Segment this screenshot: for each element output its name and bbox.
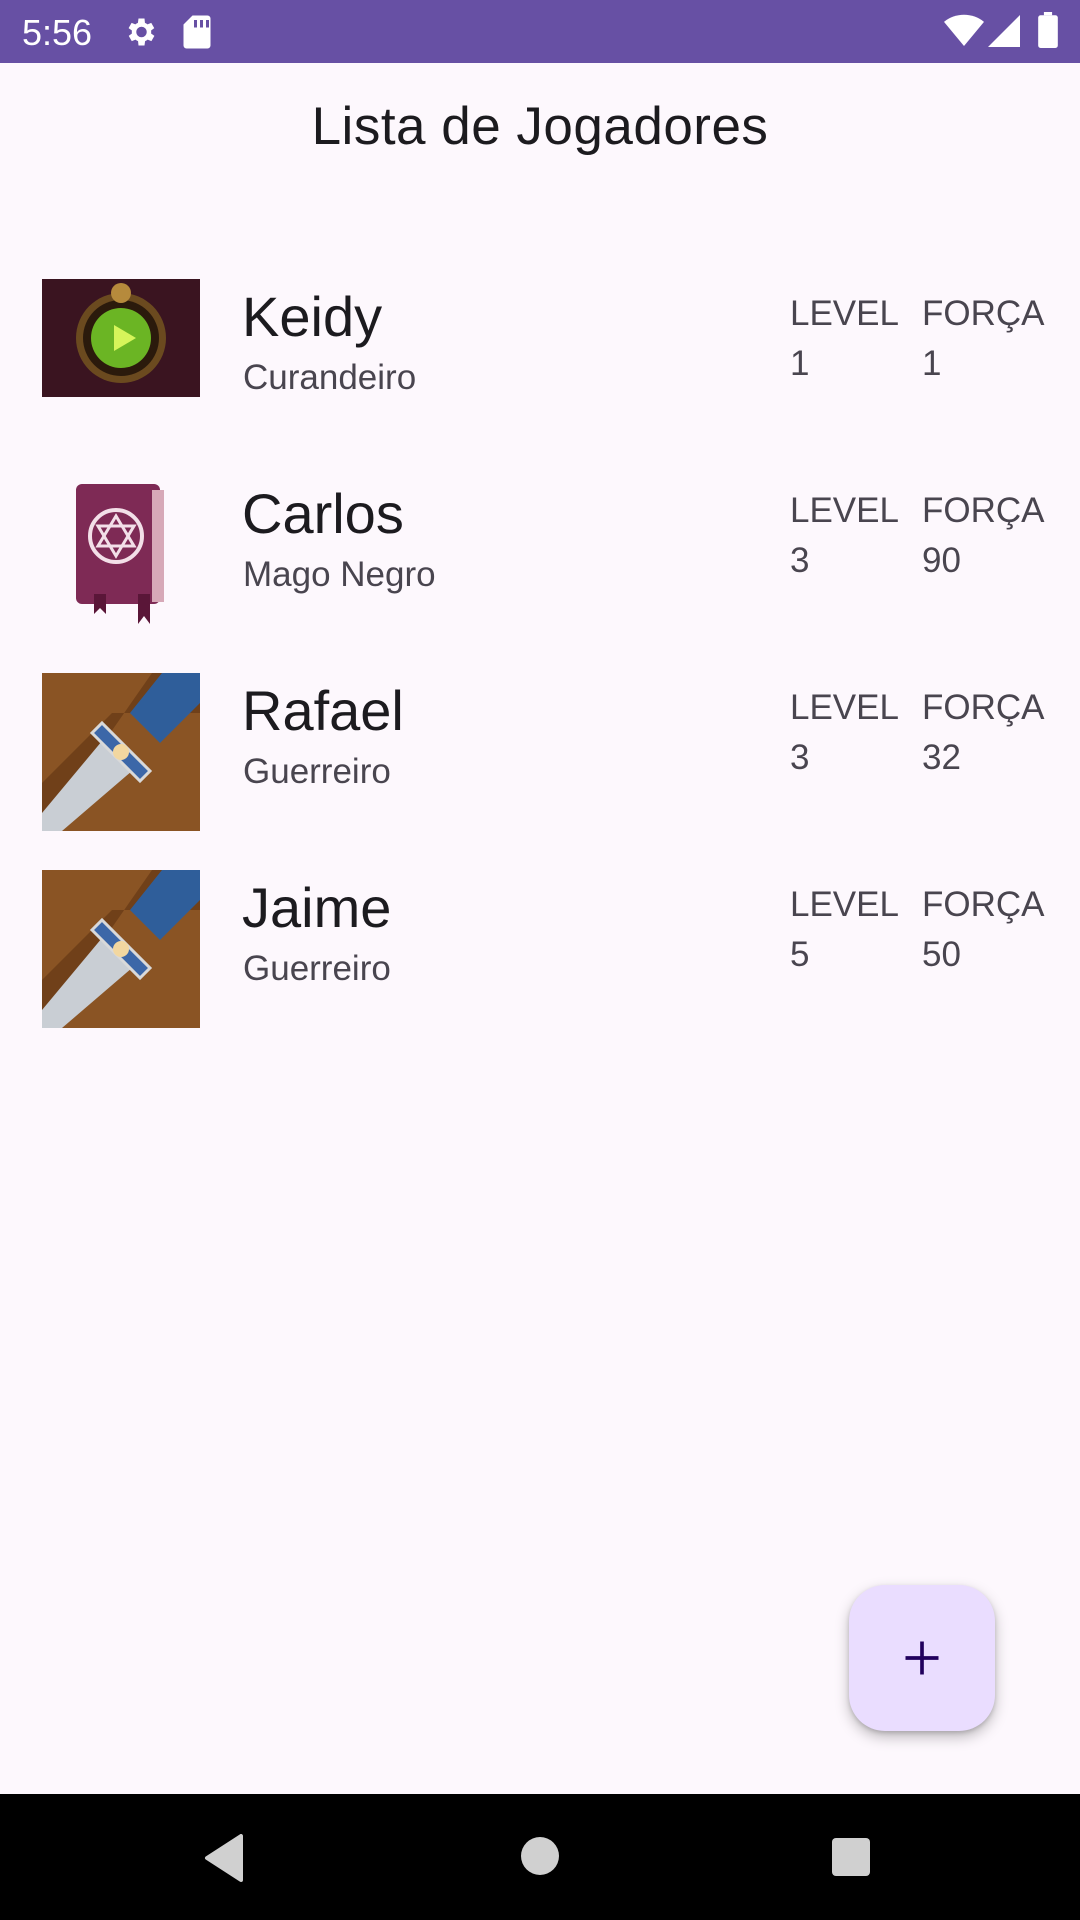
player-class: Guerreiro xyxy=(243,752,391,791)
status-time: 5:56 xyxy=(22,12,93,53)
level-value: 1 xyxy=(790,344,810,383)
level-label: LEVEL xyxy=(790,688,899,727)
player-list: Keidy Curandeiro LEVEL 1 FORÇA 1 Carlos xyxy=(0,270,1080,1058)
gear-icon xyxy=(128,18,155,46)
back-icon[interactable] xyxy=(204,1834,246,1882)
screen: 5:56 Lista de Jogadores Keidy Curandeiro… xyxy=(0,0,1080,1920)
player-name: Rafael xyxy=(242,679,404,742)
forca-label: FORÇA xyxy=(922,688,1045,727)
plus-icon xyxy=(905,1641,939,1675)
level-label: LEVEL xyxy=(790,294,899,333)
home-icon[interactable] xyxy=(520,1836,560,1876)
player-name: Keidy xyxy=(242,285,383,348)
level-label: LEVEL xyxy=(790,885,899,924)
status-bar: 5:56 xyxy=(0,0,1080,63)
add-player-button[interactable] xyxy=(849,1585,995,1731)
forca-value: 32 xyxy=(922,738,961,777)
navigation-bar xyxy=(0,1794,1080,1920)
level-label: LEVEL xyxy=(790,491,899,530)
player-name: Carlos xyxy=(242,482,404,545)
level-value: 3 xyxy=(790,541,810,580)
list-item[interactable]: Carlos Mago Negro LEVEL 3 FORÇA 90 xyxy=(0,467,1080,664)
forca-label: FORÇA xyxy=(922,491,1045,530)
player-class: Curandeiro xyxy=(243,358,417,397)
list-item[interactable]: Jaime Guerreiro LEVEL 5 FORÇA 50 xyxy=(0,861,1080,1058)
recents-icon[interactable] xyxy=(831,1837,871,1877)
forca-value: 90 xyxy=(922,541,961,580)
level-value: 5 xyxy=(790,935,810,974)
spellbook-image xyxy=(42,476,200,634)
list-item[interactable]: Keidy Curandeiro LEVEL 1 FORÇA 1 xyxy=(0,270,1080,467)
sd-card-icon xyxy=(183,15,211,49)
sword-image xyxy=(42,870,200,1028)
signal-icon xyxy=(988,15,1020,47)
sword-image xyxy=(42,673,200,831)
player-name: Jaime xyxy=(242,876,392,939)
battery-icon xyxy=(1038,12,1058,48)
forca-value: 50 xyxy=(922,935,961,974)
list-item[interactable]: Rafael Guerreiro LEVEL 3 FORÇA 32 xyxy=(0,664,1080,861)
healer-orb-image xyxy=(42,279,200,437)
forca-label: FORÇA xyxy=(922,885,1045,924)
page-title: Lista de Jogadores xyxy=(311,97,769,156)
wifi-icon xyxy=(944,14,984,46)
player-class: Guerreiro xyxy=(243,949,391,988)
player-class: Mago Negro xyxy=(243,555,436,594)
level-value: 3 xyxy=(790,738,810,777)
forca-label: FORÇA xyxy=(922,294,1045,333)
forca-value: 1 xyxy=(922,344,942,383)
